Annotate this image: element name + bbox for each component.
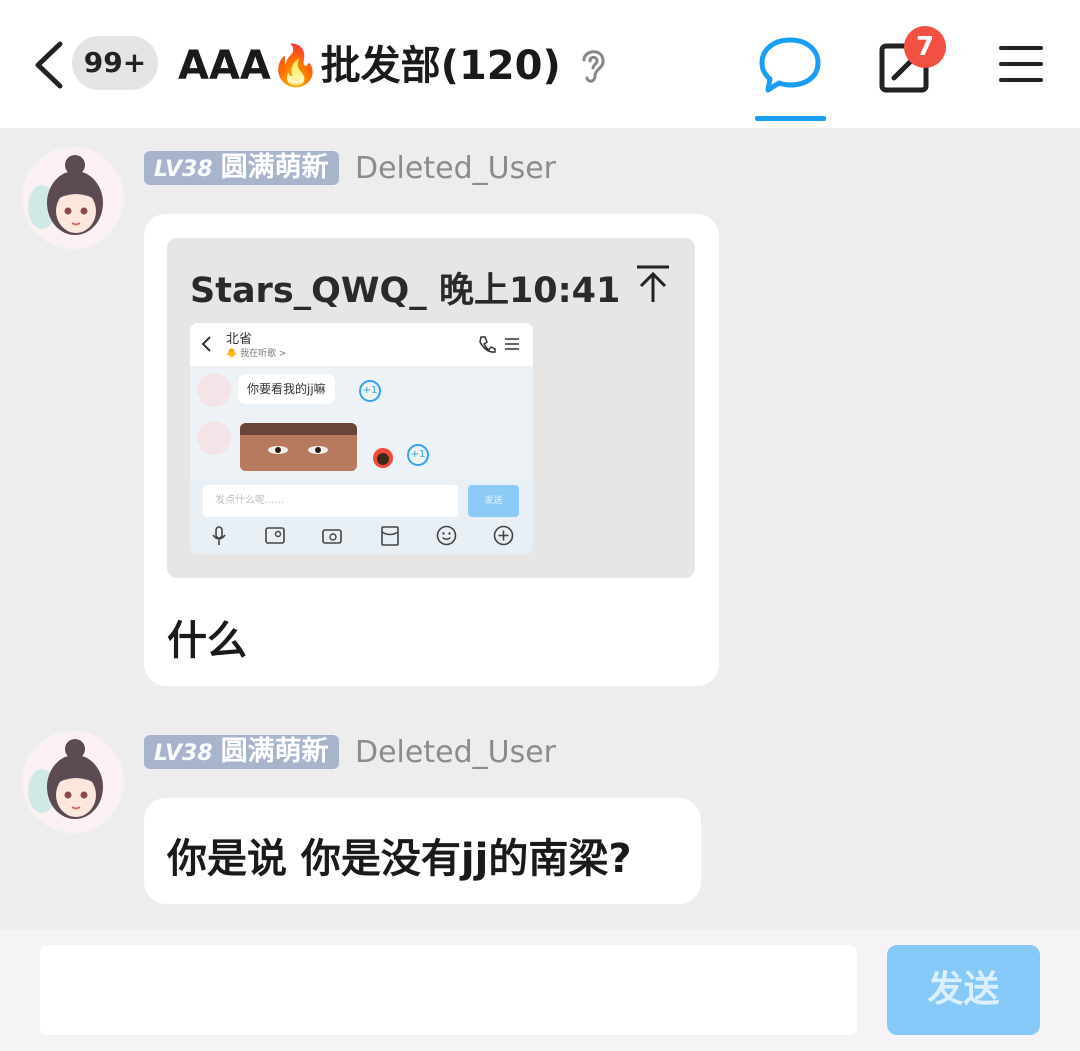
microphone-icon — [212, 526, 226, 545]
hamburger-menu-icon — [505, 338, 519, 350]
level-label: LV38 — [154, 741, 213, 766]
phone-icon — [479, 336, 496, 353]
ear-icon[interactable] — [576, 44, 610, 86]
member-title-badge: LV38 圆满萌新 — [144, 151, 339, 185]
mini-message-bubble: 你要看我的jj嘛 — [238, 374, 335, 404]
chat-bubble-icon[interactable] — [754, 34, 826, 96]
emoji-icon — [436, 525, 457, 546]
photo-thumbnail — [240, 423, 357, 471]
unread-count-badge[interactable]: 99+ — [72, 36, 158, 90]
anime-girl-avatar-icon — [22, 731, 124, 833]
message-bubble[interactable]: 你是说 你是没有jj的南梁? — [144, 798, 701, 904]
face-photo-icon — [240, 423, 357, 471]
mini-input-field: 发点什么呢...... — [203, 485, 458, 517]
red-packet-icon — [381, 526, 399, 546]
quoted-screenshot[interactable]: 北省 🐥 我在听歌 > 你要看我的jj嘛 +1 +1 发点什么呢...... 发… — [190, 323, 533, 554]
mini-contact-status: 🐥 我在听歌 > — [226, 349, 287, 359]
avatar[interactable] — [22, 731, 124, 833]
compose-notification-badge: 7 — [904, 26, 946, 68]
member-title-badge: LV38 圆满萌新 — [144, 735, 339, 769]
avatar — [197, 421, 231, 455]
camera-icon — [322, 529, 342, 544]
mini-contact-name: 北省 — [226, 332, 253, 347]
title-label: 圆满萌新 — [220, 736, 329, 767]
title-label: 圆满萌新 — [220, 152, 329, 183]
anime-girl-avatar-icon — [22, 147, 124, 249]
username[interactable]: Deleted_User — [355, 736, 556, 770]
mini-send-button: 发送 — [468, 485, 519, 517]
composer-bar: 发送 — [0, 930, 1080, 1051]
avatar[interactable] — [22, 147, 124, 249]
message-bubble[interactable]: Stars_QWQ_ 晚上10:41 北省 🐥 我在听歌 > 你要看我的jj嘛 … — [144, 214, 719, 686]
message-text: 什么 — [167, 618, 247, 664]
send-button[interactable]: 发送 — [887, 945, 1040, 1035]
quoted-message[interactable]: Stars_QWQ_ 晚上10:41 北省 🐥 我在听歌 > 你要看我的jj嘛 … — [167, 238, 695, 578]
quote-author-time: Stars_QWQ_ 晚上10:41 — [190, 271, 621, 311]
sticker-icon — [373, 448, 393, 468]
message-text: 你是说 你是没有jj的南梁? — [167, 836, 632, 882]
image-icon — [265, 527, 285, 544]
mini-header: 北省 🐥 我在听歌 > — [190, 323, 533, 366]
chevron-left-icon[interactable] — [30, 38, 70, 92]
avatar — [197, 373, 231, 407]
jump-to-top-icon[interactable] — [635, 264, 671, 304]
active-tab-indicator — [755, 116, 826, 121]
chevron-left-icon — [201, 336, 211, 352]
plus-circle-icon — [493, 525, 514, 546]
group-title[interactable]: AAA🔥批发部(120) — [178, 38, 561, 94]
plus-one-badge: +1 — [407, 444, 429, 466]
message-input[interactable] — [40, 945, 857, 1035]
hamburger-menu-icon[interactable] — [998, 44, 1044, 84]
level-label: LV38 — [154, 157, 213, 182]
mini-input-bar: 发点什么呢...... 发送 — [190, 480, 533, 554]
username[interactable]: Deleted_User — [355, 152, 556, 186]
chat-header: 99+ AAA🔥批发部(120) 7 — [0, 0, 1080, 128]
plus-one-badge: +1 — [359, 380, 381, 402]
